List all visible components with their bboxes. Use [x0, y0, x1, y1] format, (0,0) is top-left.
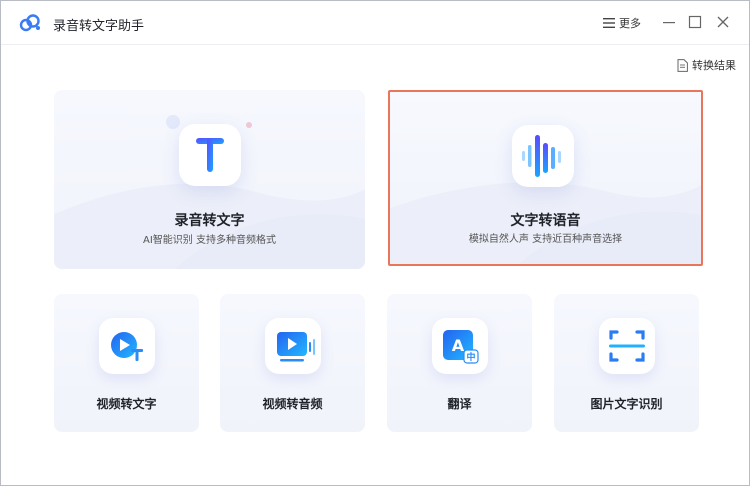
- card-subtitle: AI智能识别 支持多种音频格式: [143, 235, 276, 246]
- video-text-icon: [99, 318, 155, 374]
- card-recording-to-text[interactable]: 录音转文字 AI智能识别 支持多种音频格式: [54, 90, 365, 269]
- card-title: 翻译: [447, 397, 472, 411]
- card-title: 视频转音频: [262, 397, 323, 411]
- card-title: 视频转文字: [96, 397, 157, 411]
- card-translate[interactable]: A 中 翻译: [387, 294, 532, 432]
- dot-decoration: [246, 122, 252, 128]
- card-subtitle: 模拟自然人声 支持近百种声音选择: [468, 234, 623, 245]
- translate-icon: A 中: [432, 318, 488, 374]
- more-button[interactable]: 更多: [603, 14, 641, 32]
- card-title: 录音转文字: [174, 213, 245, 229]
- card-text-to-speech[interactable]: 文字转语音 模拟自然人声 支持近百种声音选择: [388, 90, 703, 266]
- maximize-icon: [688, 15, 702, 29]
- card-video-to-audio[interactable]: 视频转音频: [220, 294, 365, 432]
- app-title: 录音转文字助手: [53, 19, 145, 34]
- card-title: 文字转语音: [510, 213, 581, 229]
- maximize-button[interactable]: [687, 14, 703, 30]
- close-icon: [717, 16, 729, 28]
- video-audio-icon: [265, 318, 321, 374]
- scan-icon: [599, 318, 655, 374]
- card-video-to-text[interactable]: 视频转文字: [54, 294, 199, 432]
- app-window: 录音转文字助手 更多 转换结果 录音转文字 AI智能识别 支持多种音频格式 文字…: [0, 0, 750, 486]
- svg-text:中: 中: [466, 351, 475, 363]
- menu-icon: [603, 18, 615, 28]
- title-bar: 录音转文字助手 更多: [1, 1, 749, 45]
- card-title: 图片文字识别: [590, 397, 663, 411]
- card-image-ocr[interactable]: 图片文字识别: [554, 294, 699, 432]
- text-t-icon: [179, 124, 241, 186]
- svg-text:A: A: [452, 336, 465, 355]
- conversion-results-label: 转换结果: [692, 59, 736, 72]
- minimize-icon: [663, 22, 675, 24]
- conversion-results-button[interactable]: 转换结果: [677, 57, 736, 73]
- more-label: 更多: [619, 17, 641, 30]
- document-icon: [677, 58, 688, 72]
- close-button[interactable]: [715, 14, 731, 30]
- minimize-button[interactable]: [661, 14, 677, 30]
- app-logo-icon: [19, 13, 41, 33]
- sound-wave-icon: [512, 125, 574, 187]
- bubble-decoration: [166, 115, 180, 129]
